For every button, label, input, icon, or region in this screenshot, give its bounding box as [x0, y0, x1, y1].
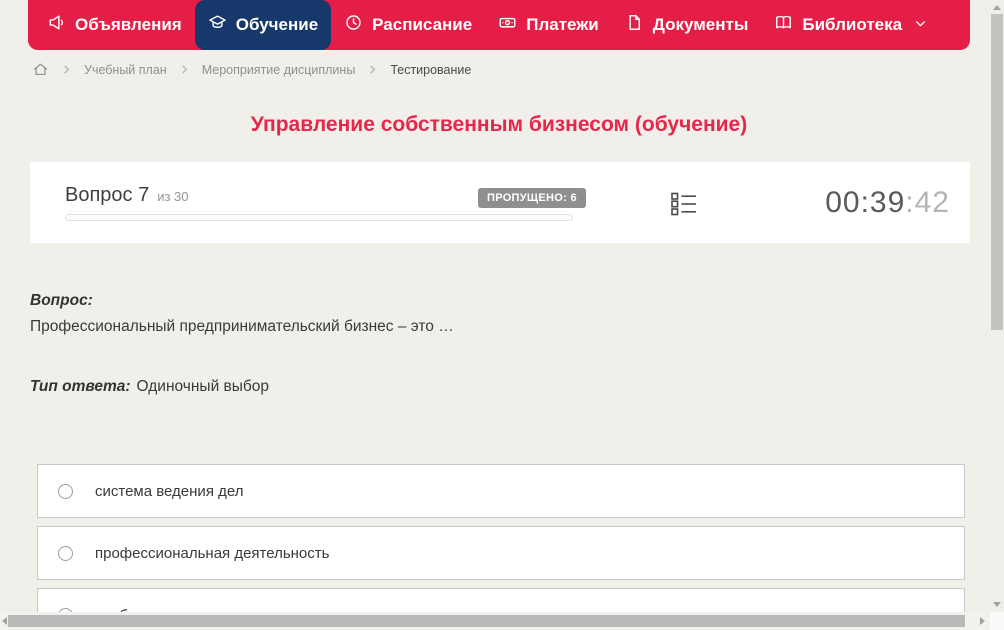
clock-icon [344, 13, 363, 37]
scrollbar-corner [990, 612, 1004, 630]
countdown-timer: 00:39:42 [825, 186, 950, 220]
question-total-label: из 30 [157, 189, 189, 204]
scroll-right-arrow-icon[interactable] [980, 617, 985, 625]
lms-testing-page: Объявления Обучение Расписание Платежи Д… [0, 0, 1004, 630]
nav-item-label: Библиотека [802, 15, 903, 34]
scroll-up-arrow-icon[interactable] [993, 5, 1001, 10]
nav-item-label: Платежи [526, 15, 599, 34]
breadcrumb: Учебный план Мероприятие дисциплины Тест… [32, 61, 471, 78]
page-title: Управление собственным бизнесом (обучени… [250, 113, 748, 136]
nav-item-payments[interactable]: Платежи [485, 0, 612, 50]
breadcrumb-separator-icon [368, 65, 377, 74]
megaphone-icon [47, 13, 66, 37]
graduation-cap-icon [208, 13, 227, 37]
answer-option-label: профессиональная деятельность [95, 544, 330, 562]
nav-item-announcements[interactable]: Объявления [34, 0, 195, 50]
answer-type-label: Тип ответа: [30, 378, 131, 395]
nav-item-library[interactable]: Библиотека [761, 0, 940, 50]
question-header-card: Вопрос 7 из 30 ПРОПУЩЕНО: 6 00:39:42 [30, 162, 970, 243]
timer-minutes: 00:39 [825, 186, 906, 219]
timer-seconds: :42 [905, 186, 950, 219]
horizontal-scrollbar[interactable] [0, 612, 990, 630]
answer-option[interactable]: профессиональная деятельность [37, 526, 965, 580]
home-icon[interactable] [32, 61, 49, 78]
answer-option-label: система ведения дел [95, 482, 244, 500]
nav-item-learning[interactable]: Обучение [194, 0, 332, 50]
chevron-down-icon [911, 15, 927, 35]
nav-item-label: Документы [652, 15, 749, 34]
breadcrumb-item-study-plan[interactable]: Учебный план [84, 63, 167, 77]
answer-option[interactable]: система ведения дел [37, 464, 965, 518]
breadcrumb-item-discipline-event[interactable]: Мероприятие дисциплины [202, 63, 356, 77]
answer-type-row: Тип ответа: Одиночный выбор [30, 378, 269, 396]
banknote-icon [498, 13, 517, 37]
radio-button[interactable] [58, 545, 73, 561]
scroll-down-arrow-icon[interactable] [993, 602, 1001, 607]
question-number: Вопрос 7 из 30 [65, 184, 189, 207]
scroll-left-arrow-icon[interactable] [2, 617, 7, 625]
progress-bar [65, 214, 573, 221]
vertical-scrollbar[interactable] [990, 0, 1004, 612]
nav-item-label: Расписание [372, 15, 473, 34]
radio-button[interactable] [58, 483, 73, 499]
question-list-icon [670, 192, 698, 221]
horizontal-scrollbar-thumb[interactable] [8, 615, 965, 627]
breadcrumb-separator-icon [62, 65, 71, 74]
nav-item-schedule[interactable]: Расписание [331, 0, 485, 50]
nav-item-label: Объявления [75, 15, 182, 34]
book-icon [774, 13, 793, 37]
skipped-badge: ПРОПУЩЕНО: 6 [478, 188, 586, 208]
breadcrumb-separator-icon [180, 65, 189, 74]
nav-item-label: Обучение [235, 15, 319, 34]
vertical-scrollbar-thumb[interactable] [991, 14, 1003, 330]
answer-type-value: Одиночный выбор [136, 378, 270, 395]
breadcrumb-item-testing: Тестирование [390, 62, 472, 77]
main-nav: Объявления Обучение Расписание Платежи Д… [28, 0, 970, 50]
question-number-label: Вопрос 7 [65, 184, 150, 206]
question-list-button[interactable] [670, 191, 700, 219]
nav-item-documents[interactable]: Документы [612, 0, 762, 50]
question-label: Вопрос: [30, 292, 93, 309]
document-icon [625, 13, 644, 37]
question-text: Профессиональный предпринимательский биз… [30, 318, 454, 335]
